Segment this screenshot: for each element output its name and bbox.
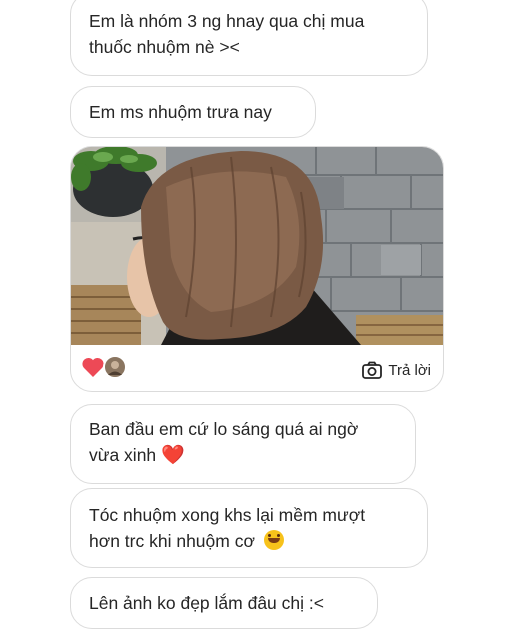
message-bubble-2[interactable]: Em ms nhuộm trưa nay: [70, 86, 316, 138]
message-text: Lên ảnh ko đẹp lắm đâu chị :<: [89, 593, 324, 613]
message-text: Em là nhóm 3 ng hnay qua chị mua: [89, 11, 365, 31]
camera-icon: [362, 361, 383, 379]
shared-photo[interactable]: [71, 147, 444, 345]
reply-button[interactable]: Trả lời: [362, 361, 431, 379]
message-text: Em ms nhuộm trưa nay: [89, 102, 272, 122]
reactor-avatar[interactable]: [103, 355, 127, 379]
shared-photo-card[interactable]: Trả lời: [70, 146, 444, 392]
message-bubble-4[interactable]: Tóc nhuộm xong khs lại mềm mượt hơn trc …: [70, 488, 428, 568]
message-bubble-3[interactable]: Ban đầu em cứ lo sáng quá ai ngờ vừa xin…: [70, 404, 416, 484]
message-text: Tóc nhuộm xong khs lại mềm mượt: [89, 505, 366, 525]
message-bubble-5[interactable]: Lên ảnh ko đẹp lắm đâu chị :<: [70, 577, 378, 629]
reactions[interactable]: [81, 355, 127, 379]
rolling-on-floor-laughing-emoji: [263, 530, 284, 550]
message-text: thuốc nhuộm nè ><: [89, 37, 240, 57]
red-heart-emoji: ❤️: [161, 445, 185, 466]
heart-icon: [82, 358, 104, 377]
message-bubble-1[interactable]: Em là nhóm 3 ng hnay qua chị mua thuốc n…: [70, 0, 428, 76]
reply-label: Trả lời: [388, 361, 431, 379]
message-text: hơn trc khi nhuộm cơ: [89, 528, 409, 554]
message-text: vừa xinh ❤️: [89, 445, 185, 466]
message-text: Ban đầu em cứ lo sáng quá ai ngờ: [89, 419, 359, 439]
